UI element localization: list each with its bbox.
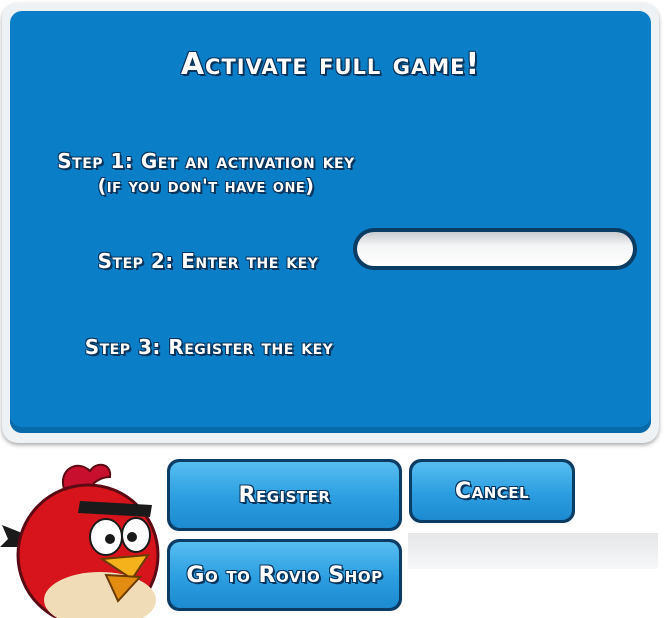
cancel-button-label: Cancel xyxy=(412,462,572,520)
red-bird-icon xyxy=(0,463,160,618)
register-button[interactable]: Register xyxy=(167,459,402,531)
register-button-label: Register xyxy=(170,462,399,528)
dialog-title: Activate full game! xyxy=(180,47,481,82)
step-2-label: Step 2: Enter the key xyxy=(97,249,319,273)
activation-key-field xyxy=(353,228,637,270)
activation-dialog: Activate full game! Step 1: Get an activ… xyxy=(2,3,659,443)
rovio-shop-button-label: Go to Rovio Shop xyxy=(170,542,399,608)
step-1-label: Step 1: Get an activation key (if you do… xyxy=(56,149,356,197)
step-1-subtext: (if you don't have one) xyxy=(97,175,315,197)
dialog-body: Activate full game! Step 1: Get an activ… xyxy=(10,11,651,433)
status-bar xyxy=(408,533,658,569)
step-1-text: Step 1: Get an activation key xyxy=(57,149,355,173)
activation-key-input[interactable] xyxy=(357,232,633,266)
step-3-label: Step 3: Register the key xyxy=(84,335,334,359)
cancel-button[interactable]: Cancel xyxy=(409,459,575,523)
rovio-shop-button[interactable]: Go to Rovio Shop xyxy=(167,539,402,611)
